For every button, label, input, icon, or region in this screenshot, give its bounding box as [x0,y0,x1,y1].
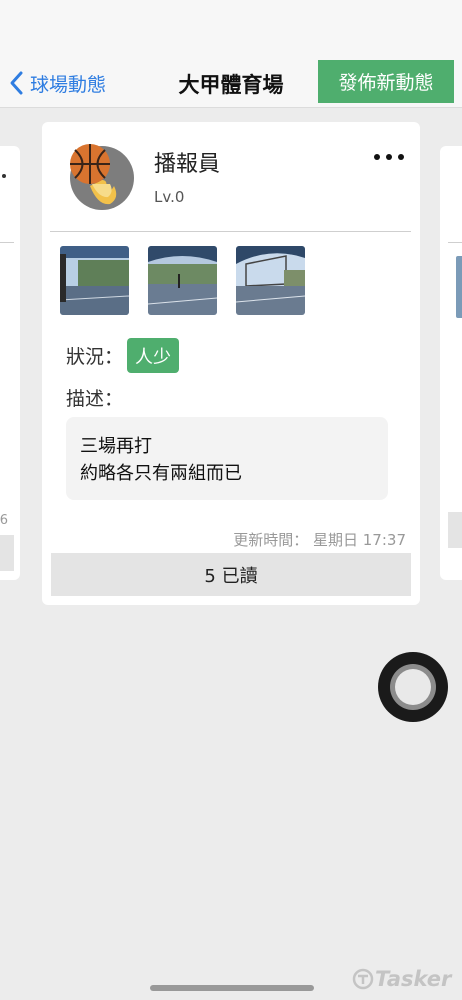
status-bar [0,0,462,58]
court-photo-2[interactable] [148,246,217,315]
back-button[interactable]: 球場動態 [8,68,106,98]
home-indicator[interactable] [150,985,314,991]
assistive-core [395,669,431,705]
court-photo-3[interactable] [236,246,305,315]
publish-new-post-button[interactable]: 發佈新動態 [318,60,454,103]
basketball-icon [70,144,134,210]
watermark-text: Tasker [375,967,452,991]
user-level: Lv.0 [154,188,185,206]
tasker-watermark: Tasker [352,966,451,992]
description-box: 三場再打 約略各只有兩組而已 [66,417,388,500]
read-bar-partial [448,512,462,548]
page-title: 大甲體育場 [178,73,284,97]
tasker-logo-icon [352,968,374,990]
divider [0,242,14,243]
previous-post-card[interactable]: 6 [0,146,20,580]
status-row: 狀況： 人少 [66,338,180,373]
navigation-bar: 球場動態 大甲體育場 發佈新動態 [0,58,462,108]
read-count-bar[interactable]: 5 已讀 [51,553,411,596]
more-options-button[interactable] [374,150,404,164]
more-dot [374,154,380,160]
divider [448,242,462,243]
more-icon-partial [2,174,6,178]
status-label: 狀況： [66,346,124,368]
status-badge: 人少 [127,338,180,373]
back-label: 球場動態 [30,73,107,96]
description-line: 三場再打 [80,436,152,457]
update-time: 更新時間： 星期日 17:37 [233,529,406,550]
read-bar-partial [0,535,14,571]
more-dot [398,154,404,160]
assistive-touch-icon[interactable] [378,652,448,722]
chevron-left-icon [10,71,23,95]
description-line: 約略各只有兩組而已 [80,463,242,484]
photo-thumbnail-partial [456,256,462,318]
post-card: 播報員 Lv.0 狀況： 人少 描述： 三場再打 約略各只有兩組而已 更新時間：… [42,122,420,605]
update-time-value: 星期日 17:37 [313,531,406,549]
photo-gallery [60,246,305,315]
divider [50,231,411,232]
description-label: 描述： [66,388,124,410]
court-photo-1[interactable] [60,246,129,315]
next-post-card[interactable] [440,146,462,580]
update-time-label: 更新時間： [233,531,309,549]
username: 播報員 [154,152,221,177]
more-dot [386,154,392,160]
read-count-partial: 6 [0,513,8,528]
